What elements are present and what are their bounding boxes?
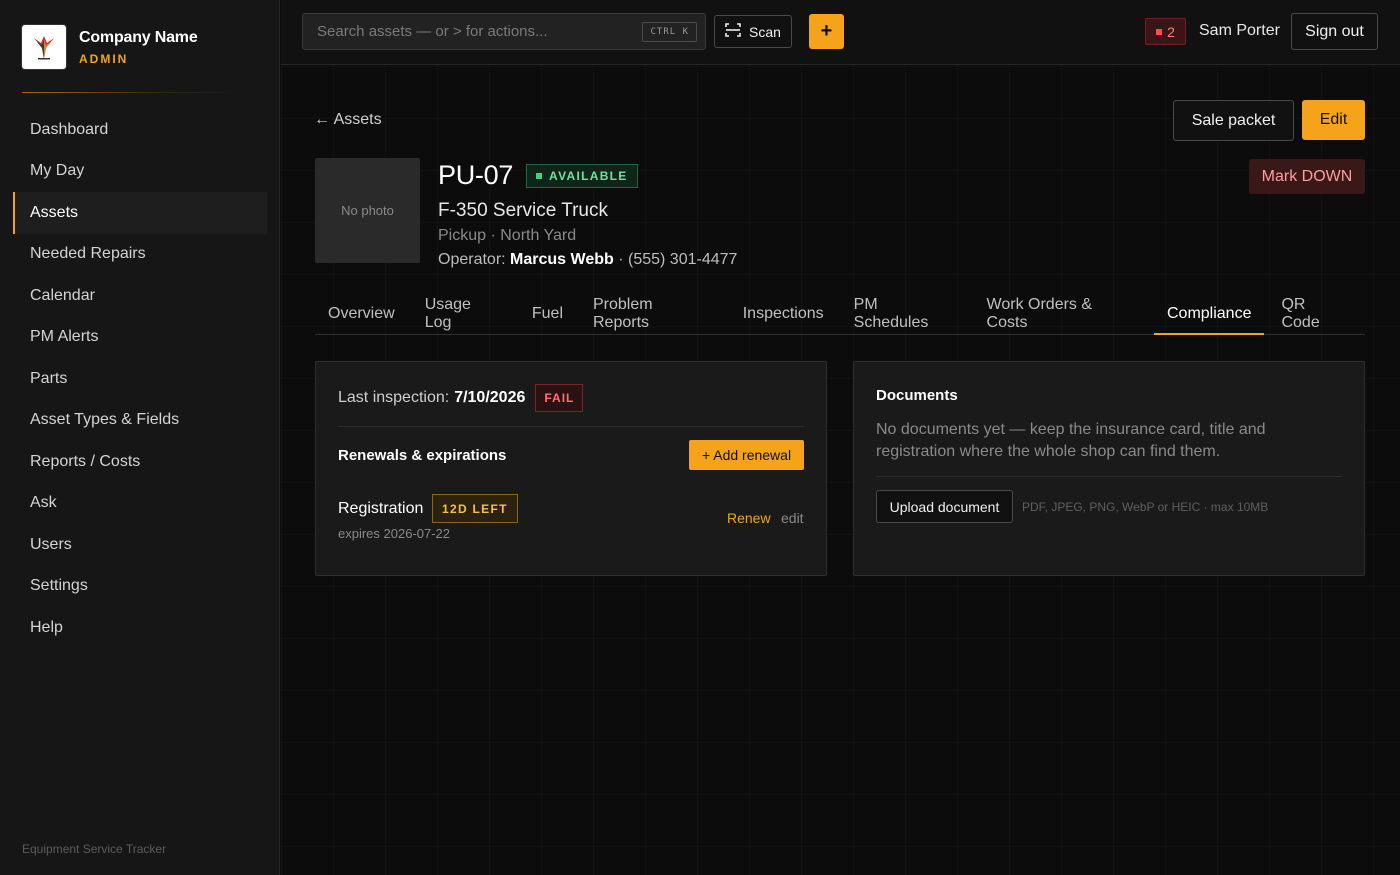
asset-id-row: PU-07 AVAILABLE	[438, 160, 737, 191]
sidebar-item-reports[interactable]: Reports / Costs	[13, 441, 267, 483]
sidebar-item-help[interactable]: Help	[13, 607, 267, 649]
sidebar-item-calendar[interactable]: Calendar	[13, 275, 267, 317]
documents-panel: Documents No documents yet — keep the in…	[853, 361, 1365, 576]
sidebar-nav: Dashboard My Day Assets Needed Repairs C…	[13, 109, 267, 649]
operator-name: Marcus Webb	[510, 251, 614, 268]
status-label: AVAILABLE	[549, 168, 628, 183]
sidebar-item-my-day[interactable]: My Day	[13, 151, 267, 193]
scan-icon	[725, 23, 741, 40]
alerts-badge[interactable]: 2	[1145, 18, 1186, 45]
app-root: Company Name ADMIN Dashboard My Day Asse…	[0, 0, 1400, 875]
renew-link[interactable]: Renew	[727, 510, 771, 526]
sidebar-item-ask[interactable]: Ask	[13, 483, 267, 525]
back-to-assets-link[interactable]: ← Assets	[314, 111, 382, 129]
renewal-name: Registration	[338, 500, 424, 517]
brand-text: Company Name ADMIN	[79, 29, 198, 66]
asset-id: PU-07	[438, 160, 514, 190]
inspection-result-badge: FAIL	[535, 384, 584, 412]
alert-count: 2	[1167, 23, 1175, 40]
company-name: Company Name	[79, 28, 198, 46]
search-placeholder: Search assets — or > for actions...	[317, 23, 548, 40]
edit-asset-button[interactable]: Edit	[1302, 100, 1365, 140]
operator-phone: · (555) 301-4477	[618, 251, 738, 268]
sidebar-item-parts[interactable]: Parts	[13, 358, 267, 400]
edit-renewal-link[interactable]: edit	[781, 510, 804, 526]
sidebar-item-dashboard[interactable]: Dashboard	[13, 109, 267, 151]
last-inspection-row: Last inspection: 7/10/2026 FAIL	[338, 384, 584, 412]
asset-name: F-350 Service Truck	[438, 200, 608, 221]
tab-usage-log[interactable]: Usage Log	[412, 294, 515, 335]
sidebar-item-settings[interactable]: Settings	[13, 566, 267, 608]
inspection-date: 7/10/2026	[454, 389, 526, 406]
sale-packet-button[interactable]: Sale packet	[1173, 100, 1294, 141]
tab-work-orders[interactable]: Work Orders & Costs	[974, 294, 1150, 335]
asset-type-location: Pickup · North Yard	[438, 227, 577, 244]
keyboard-shortcut-hint: CTRL K	[642, 21, 697, 42]
tab-problem-reports[interactable]: Problem Reports	[580, 294, 726, 335]
app-footer-label: Equipment Service Tracker	[22, 842, 167, 856]
mark-down-button[interactable]: Mark DOWN	[1249, 159, 1365, 194]
upload-document-button[interactable]: Upload document	[876, 490, 1013, 523]
divider	[338, 426, 804, 427]
sidebar-item-asset-types[interactable]: Asset Types & Fields	[13, 400, 267, 442]
scan-label: Scan	[749, 23, 781, 40]
status-dot-icon	[536, 172, 543, 179]
user-role: ADMIN	[79, 51, 129, 66]
renewal-expiry-date: expires 2026-07-22	[338, 526, 451, 541]
compliance-panel: Last inspection: 7/10/2026 FAIL Renewals…	[315, 361, 827, 576]
sidebar-item-users[interactable]: Users	[13, 524, 267, 566]
quick-add-button[interactable]: +	[809, 14, 844, 49]
renewals-heading: Renewals & expirations	[338, 447, 507, 464]
status-badge: AVAILABLE	[526, 163, 638, 188]
upload-format-hint: PDF, JPEG, PNG, WebP or HEIC · max 10MB	[1022, 500, 1269, 514]
sidebar-item-needed-repairs[interactable]: Needed Repairs	[13, 234, 267, 276]
scan-button[interactable]: Scan	[714, 15, 792, 48]
asset-photo-placeholder[interactable]: No photo	[315, 158, 420, 263]
tab-compliance[interactable]: Compliance	[1153, 294, 1265, 335]
documents-heading: Documents	[876, 387, 958, 404]
tab-overview[interactable]: Overview	[315, 294, 408, 335]
user-name: Sam Porter	[1199, 22, 1280, 39]
eagle-logo-icon	[22, 25, 66, 69]
tab-inspections[interactable]: Inspections	[730, 294, 837, 335]
inspection-label: Last inspection:	[338, 389, 450, 406]
asset-operator: Operator: Marcus Webb · (555) 301-4477	[438, 251, 737, 269]
days-left-badge: 12D LEFT	[432, 494, 518, 523]
tab-pm-schedules[interactable]: PM Schedules	[841, 294, 970, 335]
main-content: ← Assets Sale packet Edit Mark DOWN No p…	[281, 66, 1400, 875]
divider	[876, 476, 1342, 477]
topbar: Search assets — or > for actions... CTRL…	[281, 0, 1400, 65]
brand[interactable]: Company Name ADMIN	[22, 25, 198, 69]
add-renewal-button[interactable]: + Add renewal	[689, 440, 804, 470]
operator-label: Operator:	[438, 251, 506, 268]
search-input[interactable]: Search assets — or > for actions... CTRL…	[302, 13, 706, 50]
asset-header: PU-07 AVAILABLE F-350 Service Truck Pick…	[438, 160, 737, 269]
asset-tabs: Overview Usage Log Fuel Problem Reports …	[315, 294, 1365, 335]
sidebar: Company Name ADMIN Dashboard My Day Asse…	[0, 0, 280, 875]
sidebar-item-pm-alerts[interactable]: PM Alerts	[13, 317, 267, 359]
sidebar-item-assets[interactable]: Assets	[13, 192, 267, 234]
brand-divider	[22, 92, 240, 93]
sign-out-button[interactable]: Sign out	[1291, 13, 1378, 50]
tab-fuel[interactable]: Fuel	[519, 294, 576, 335]
documents-empty-state: No documents yet — keep the insurance ca…	[876, 421, 1266, 460]
tab-qr-code[interactable]: QR Code	[1268, 294, 1361, 335]
alert-square-icon	[1156, 28, 1163, 35]
